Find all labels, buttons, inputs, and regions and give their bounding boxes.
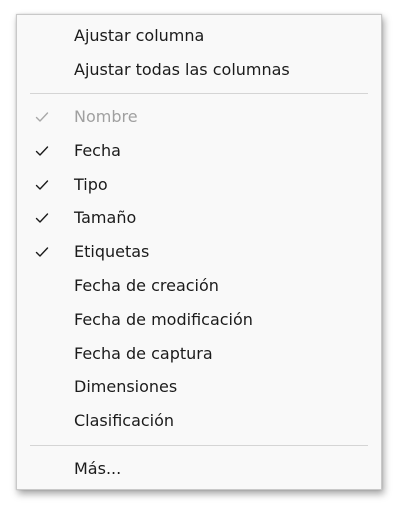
menu-item-label: Dimensiones	[74, 377, 178, 396]
menu-item-label: Fecha de captura	[74, 344, 213, 363]
column-context-menu: Ajustar columna Ajustar todas las column…	[16, 14, 382, 490]
menu-item-fecha-de-captura[interactable]: Fecha de captura	[17, 337, 381, 371]
menu-item-label: Etiquetas	[74, 242, 150, 261]
menu-item-ajustar-columna[interactable]: Ajustar columna	[17, 19, 381, 53]
menu-item-dimensiones[interactable]: Dimensiones	[17, 370, 381, 404]
menu-item-mas[interactable]: Más...	[17, 452, 381, 486]
menu-separator	[30, 93, 368, 94]
menu-item-label: Tipo	[74, 175, 108, 194]
menu-item-fecha-de-creacion[interactable]: Fecha de creación	[17, 269, 381, 303]
menu-item-label: Clasificación	[74, 411, 175, 430]
menu-item-tipo[interactable]: Tipo	[17, 168, 381, 202]
menu-item-label: Fecha de modificación	[74, 310, 253, 329]
menu-item-label: Ajustar columna	[74, 26, 205, 45]
checkmark-icon	[35, 112, 49, 122]
menu-item-label: Más...	[74, 459, 122, 478]
menu-item-fecha[interactable]: Fecha	[17, 134, 381, 168]
checkmark-icon	[35, 247, 49, 257]
menu-item-ajustar-todas-las-columnas[interactable]: Ajustar todas las columnas	[17, 53, 381, 87]
menu-item-label: Fecha	[74, 141, 121, 160]
menu-separator	[30, 445, 368, 446]
menu-item-label: Fecha de creación	[74, 276, 219, 295]
menu-item-etiquetas[interactable]: Etiquetas	[17, 235, 381, 269]
menu-item-label: Nombre	[74, 107, 138, 126]
checkmark-icon	[35, 146, 49, 156]
menu-item-fecha-de-modificacion[interactable]: Fecha de modificación	[17, 303, 381, 337]
menu-item-tamano[interactable]: Tamaño	[17, 201, 381, 235]
menu-item-label: Tamaño	[74, 208, 137, 227]
menu-item-clasificacion[interactable]: Clasificación	[17, 404, 381, 438]
checkmark-icon	[35, 213, 49, 223]
checkmark-icon	[35, 180, 49, 190]
menu-item-label: Ajustar todas las columnas	[74, 60, 290, 79]
menu-item-nombre: Nombre	[17, 100, 381, 134]
